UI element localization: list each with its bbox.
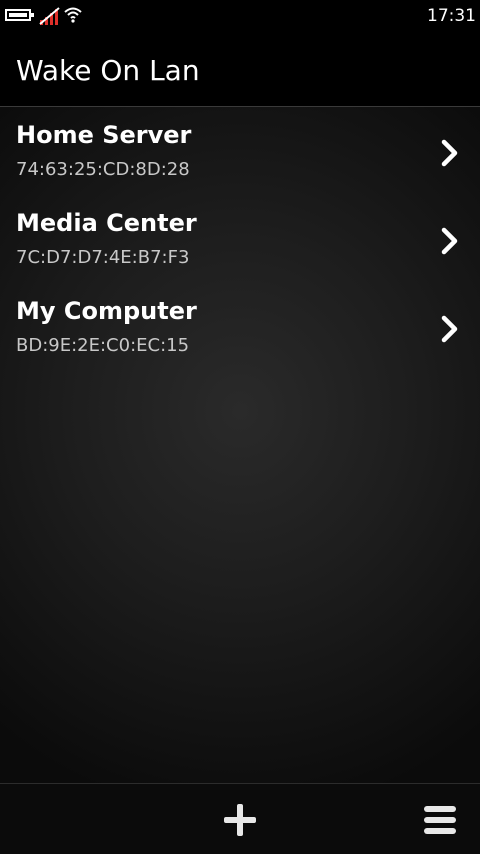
status-bar: 17:31 — [0, 0, 480, 34]
menu-icon[interactable] — [422, 804, 458, 836]
add-icon[interactable] — [222, 802, 258, 838]
device-list: Home Server 74:63:25:CD:8D:28 Media Cent… — [0, 107, 480, 783]
wifi-icon — [64, 7, 82, 23]
list-item[interactable]: Media Center 7C:D7:D7:4E:B7:F3 — [0, 195, 480, 283]
app-header: Wake On Lan — [0, 34, 480, 107]
device-name: Media Center — [16, 209, 197, 237]
device-mac-address: 7C:D7:D7:4E:B7:F3 — [16, 247, 190, 268]
device-mac-address: 74:63:25:CD:8D:28 — [16, 159, 190, 180]
chevron-right-icon — [441, 315, 458, 343]
list-item[interactable]: Home Server 74:63:25:CD:8D:28 — [0, 107, 480, 195]
chevron-right-icon — [441, 139, 458, 167]
device-name: Home Server — [16, 121, 192, 149]
battery-icon — [5, 9, 34, 21]
page-title: Wake On Lan — [16, 54, 200, 87]
clock: 17:31 — [427, 6, 476, 26]
battery-level — [9, 13, 27, 17]
device-name: My Computer — [16, 297, 197, 325]
list-item[interactable]: My Computer BD:9E:2E:C0:EC:15 — [0, 283, 480, 371]
signal-icon — [39, 7, 60, 25]
chevron-right-icon — [441, 227, 458, 255]
device-mac-address: BD:9E:2E:C0:EC:15 — [16, 335, 190, 356]
bottom-toolbar — [0, 783, 480, 854]
